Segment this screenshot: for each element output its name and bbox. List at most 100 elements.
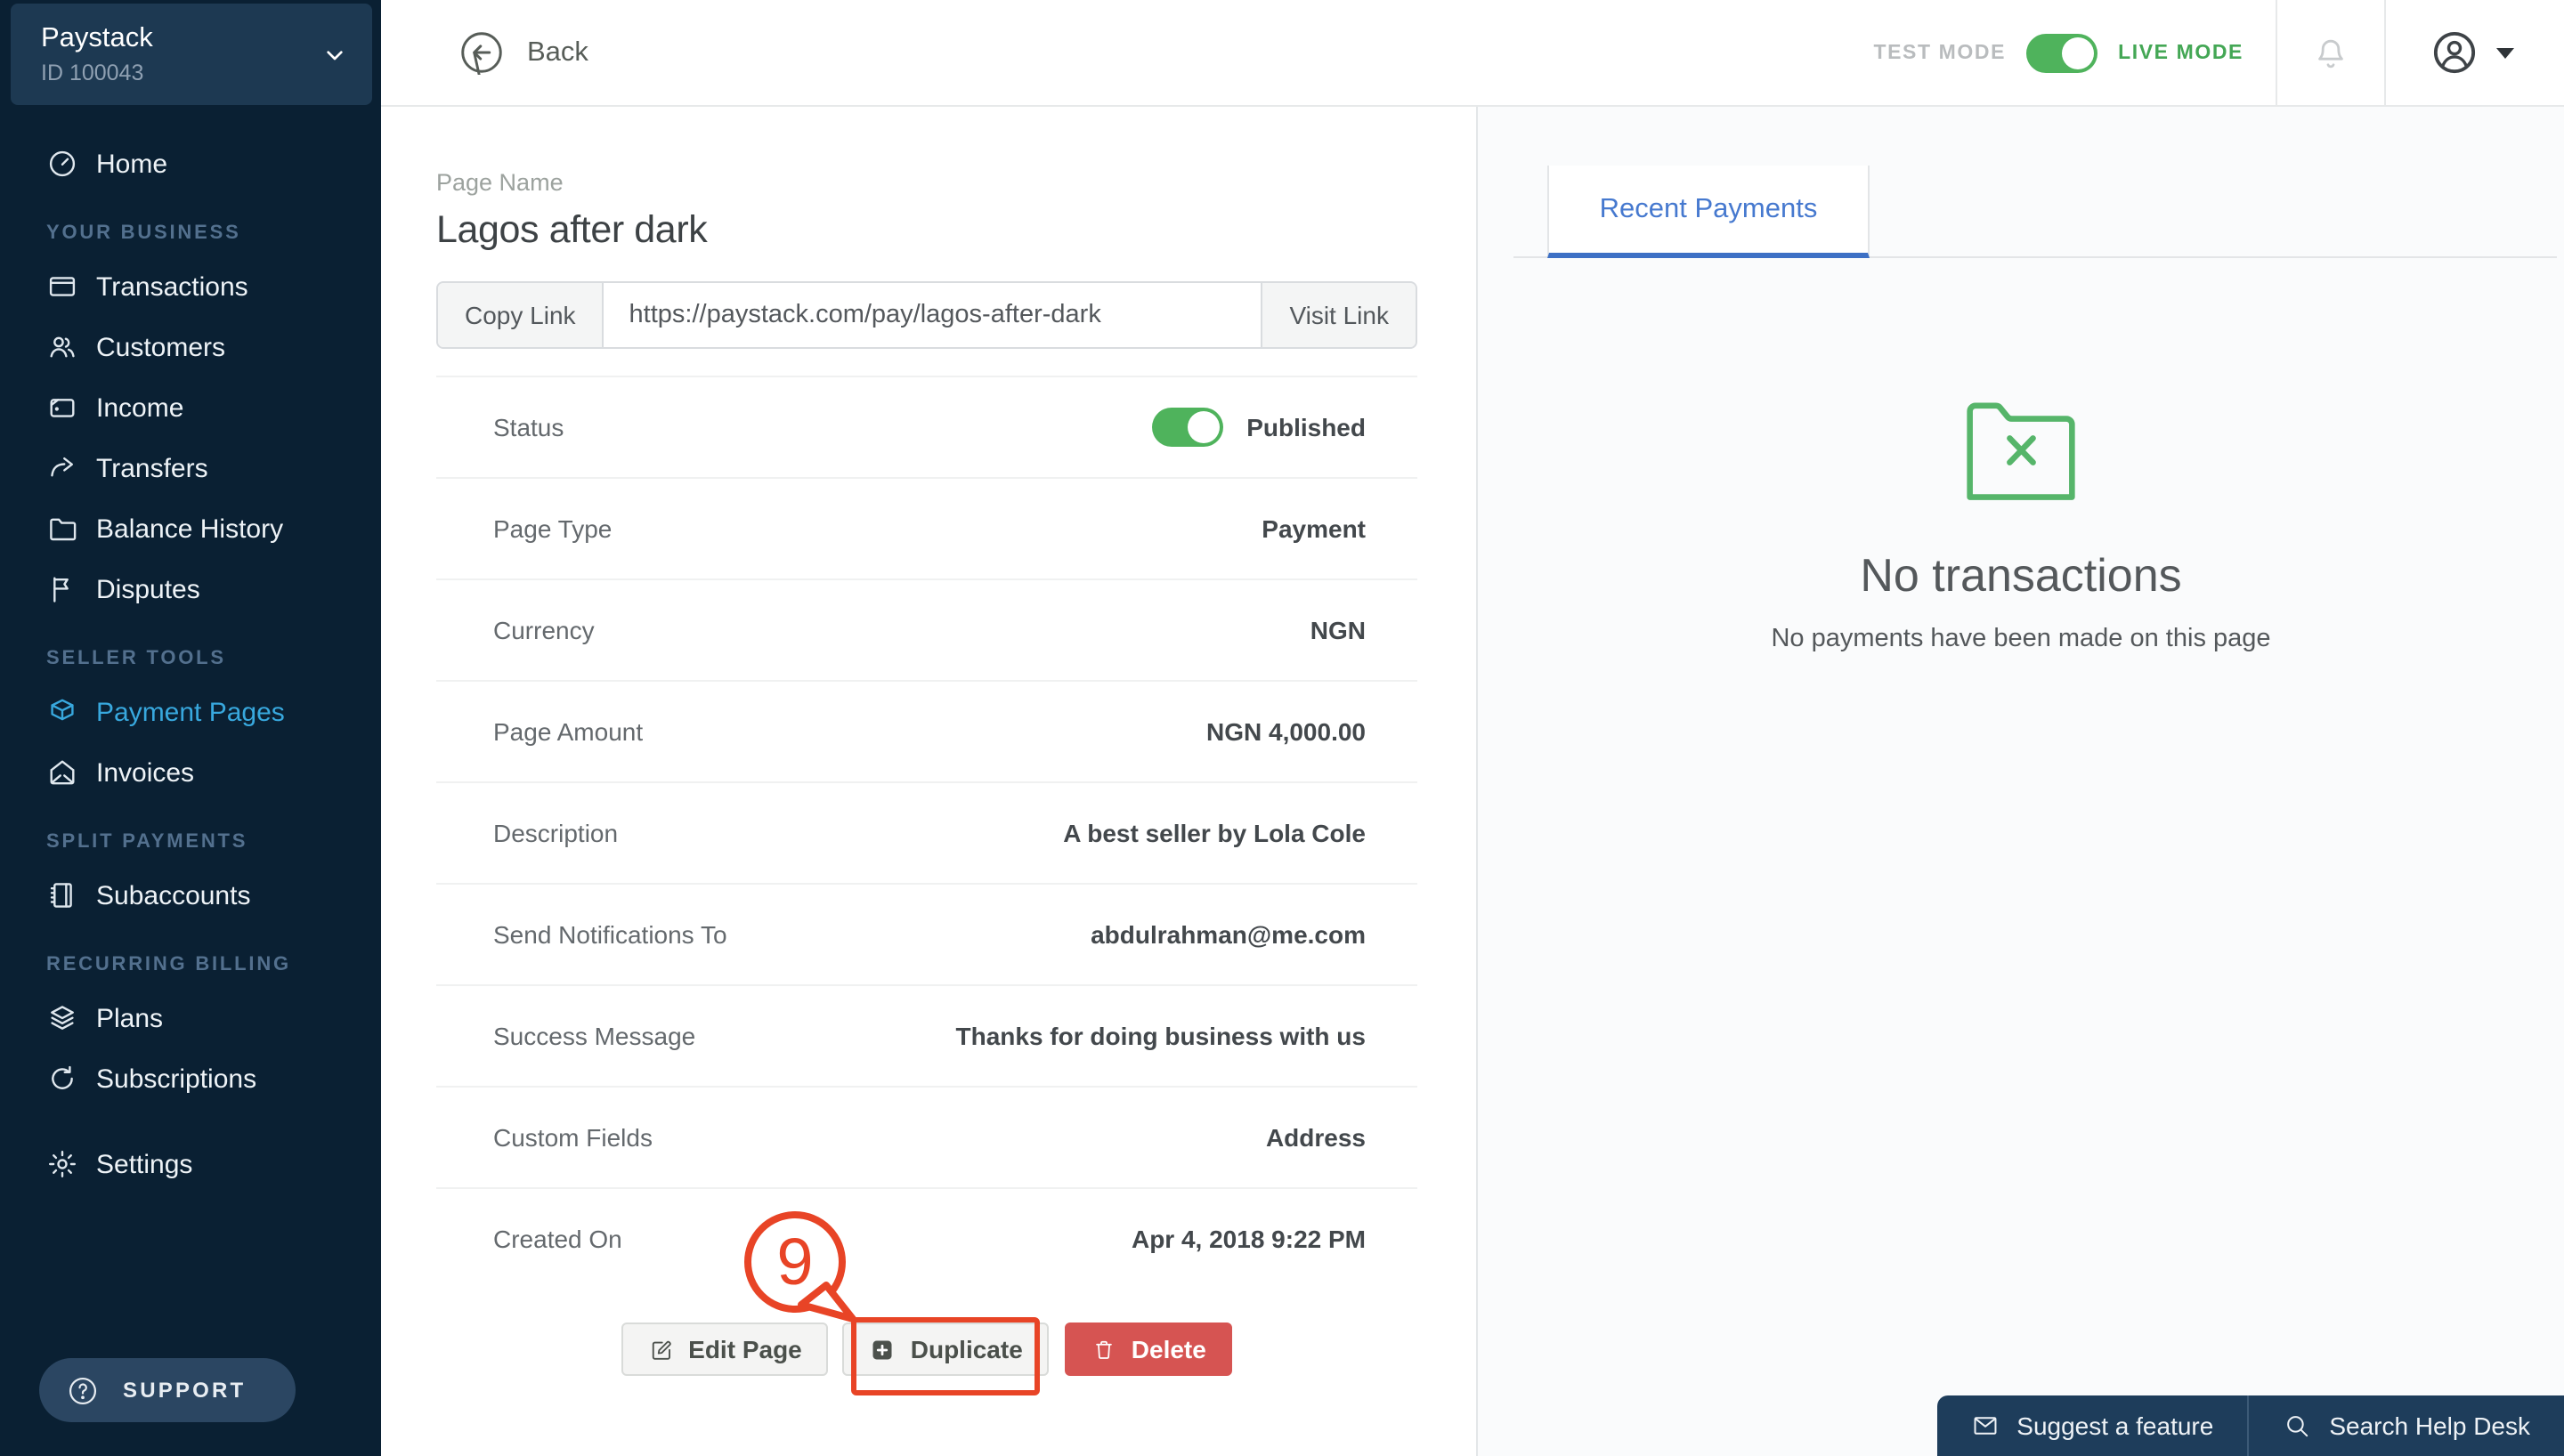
sidebar-item-plans[interactable]: Plans <box>0 988 381 1048</box>
delete-label: Delete <box>1131 1335 1206 1363</box>
detail-row-value-wrap: Published <box>1152 408 1366 447</box>
sidebar-item-label: Customers <box>96 332 226 362</box>
detail-row: Page Type Payment <box>436 477 1417 578</box>
detail-row-label: Custom Fields <box>493 1123 653 1152</box>
detail-row: Description A best seller by Lola Cole <box>436 781 1417 883</box>
customers-icon <box>46 331 78 363</box>
tab-recent-payments[interactable]: Recent Payments <box>1547 166 1870 258</box>
bell-icon[interactable] <box>2309 31 2352 74</box>
detail-row-value-wrap: Thanks for doing business with us <box>956 1022 1367 1050</box>
detail-row-value: abdulrahman@me.com <box>1091 920 1366 949</box>
sidebar-item-label: Settings <box>96 1149 193 1179</box>
sidebar-item-label: Invoices <box>96 757 195 788</box>
sidebar-item-customers[interactable]: Customers <box>0 317 381 377</box>
detail-row-label: Page Type <box>493 514 613 543</box>
detail-row-value-wrap: NGN <box>1310 616 1366 644</box>
detail-row-label: Description <box>493 819 619 847</box>
sidebar-item-income[interactable]: Income <box>0 377 381 438</box>
sidebar: Paystack ID 100043 Home YOUR BUSINESS Tran… <box>0 0 381 1456</box>
caret-down-icon <box>2496 47 2514 58</box>
delete-button[interactable]: Delete <box>1065 1323 1233 1376</box>
edit-page-label: Edit Page <box>688 1335 802 1363</box>
disputes-icon <box>46 573 78 605</box>
recent-payments-panel: Recent Payments No transactions No payme… <box>1478 107 2564 1456</box>
sidebar-item-payment-pages[interactable]: Payment Pages <box>0 682 381 742</box>
chevron-down-icon <box>320 40 349 69</box>
income-icon <box>46 392 78 424</box>
support-label: SUPPORT <box>123 1378 247 1403</box>
detail-row-value: NGN 4,000.00 <box>1206 717 1366 746</box>
subscriptions-icon <box>46 1063 78 1095</box>
sidebar-section-label: SPLIT PAYMENTS <box>46 831 248 853</box>
panel-tabs: Recent Payments <box>1513 107 2557 258</box>
sidebar-item-subscriptions[interactable]: Subscriptions <box>0 1048 381 1109</box>
support-button[interactable]: SUPPORT <box>39 1358 296 1422</box>
sidebar-item-subaccounts[interactable]: Subaccounts <box>0 865 381 926</box>
empty-state: No transactions No payments have been ma… <box>1478 400 2564 653</box>
back-button[interactable]: Back <box>459 30 588 75</box>
detail-row-value-wrap: abdulrahman@me.com <box>1091 920 1366 949</box>
sidebar-item-label: Balance History <box>96 514 284 544</box>
page-details-list: Status Published Page Type Payment Currency N… <box>436 376 1417 1289</box>
sidebar-item-invoices[interactable]: Invoices <box>0 742 381 803</box>
sidebar-section-label: RECURRING BILLING <box>46 954 291 975</box>
sidebar-item-home[interactable]: Home <box>0 133 381 194</box>
detail-row-label: Success Message <box>493 1022 696 1050</box>
detail-row: Page Amount NGN 4,000.00 <box>436 680 1417 781</box>
sidebar-item-label: Subaccounts <box>96 880 251 910</box>
topbar-divider <box>2276 0 2277 105</box>
sidebar-item-label: Transactions <box>96 271 248 302</box>
sidebar-section-gap <box>0 1109 381 1134</box>
avatar-icon <box>2430 28 2479 77</box>
detail-row-label: Send Notifications To <box>493 920 727 949</box>
sidebar-item-transactions[interactable]: Transactions <box>0 256 381 317</box>
org-switcher[interactable]: Paystack ID 100043 <box>11 4 372 105</box>
detail-row-value: Published <box>1246 413 1366 441</box>
subaccounts-icon <box>46 879 78 911</box>
duplicate-label: Duplicate <box>910 1335 1023 1363</box>
test-mode-label: TEST MODE <box>1873 42 2007 63</box>
detail-row: Send Notifications To abdulrahman@me.com <box>436 883 1417 984</box>
search-icon <box>2283 1412 2311 1440</box>
detail-row-value-wrap: Payment <box>1262 514 1366 543</box>
sidebar-section-label: SELLER TOOLS <box>46 648 226 669</box>
folder-x-icon <box>1966 400 2076 502</box>
trash-icon <box>1092 1336 1117 1363</box>
sidebar-item-label: Subscriptions <box>96 1064 257 1094</box>
search-help-desk-button[interactable]: Search Help Desk <box>2249 1395 2564 1456</box>
sidebar-item-label: Home <box>96 149 168 179</box>
envelope-icon <box>1970 1412 1999 1440</box>
sidebar-section-label: YOUR BUSINESS <box>46 222 241 244</box>
duplicate-button[interactable]: Duplicate <box>842 1323 1050 1376</box>
sidebar-item-balance-history[interactable]: Balance History <box>0 498 381 559</box>
sidebar-item-label: Payment Pages <box>96 697 285 727</box>
detail-row-value: Address <box>1265 1123 1366 1152</box>
sidebar-item-transfers[interactable]: Transfers <box>0 438 381 498</box>
topbar-right: TEST MODE LIVE MODE <box>1873 0 2564 105</box>
sidebar-item-label: Plans <box>96 1003 164 1033</box>
page-url-input[interactable] <box>604 283 1262 347</box>
detail-row-value-wrap: Apr 4, 2018 9:22 PM <box>1132 1225 1366 1253</box>
empty-state-subtitle: No payments have been made on this page <box>1771 625 2271 653</box>
screenshot-stage: Paystack ID 100043 Home YOUR BUSINESS Tran… <box>0 0 2564 1456</box>
detail-row: Success Message Thanks for doing business… <box>436 984 1417 1086</box>
copy-link-button[interactable]: Copy Link <box>438 283 604 347</box>
help-bar: Suggest a feature Search Help Desk <box>1936 1395 2564 1456</box>
suggest-feature-label: Suggest a feature <box>2016 1412 2214 1440</box>
sidebar-item-settings[interactable]: Settings <box>0 1134 381 1194</box>
live-mode-label: LIVE MODE <box>2118 42 2244 63</box>
detail-row: Currency NGN <box>436 578 1417 680</box>
empty-state-title: No transactions <box>1860 548 2182 602</box>
status-toggle[interactable] <box>1152 408 1224 447</box>
topbar-divider <box>2384 0 2386 105</box>
page-title: Lagos after dark <box>436 208 708 251</box>
page-detail-panel: Page Name Lagos after dark Copy Link Vis… <box>381 107 1478 1456</box>
visit-link-button[interactable]: Visit Link <box>1261 283 1416 347</box>
edit-page-button[interactable]: Edit Page <box>621 1323 829 1376</box>
account-menu[interactable] <box>2430 28 2514 77</box>
detail-row-value-wrap: Address <box>1266 1123 1366 1152</box>
mode-toggle[interactable] <box>2025 33 2097 72</box>
sidebar-item-disputes[interactable]: Disputes <box>0 559 381 619</box>
detail-row: Status Published <box>436 376 1417 477</box>
suggest-feature-button[interactable]: Suggest a feature <box>1936 1395 2247 1456</box>
